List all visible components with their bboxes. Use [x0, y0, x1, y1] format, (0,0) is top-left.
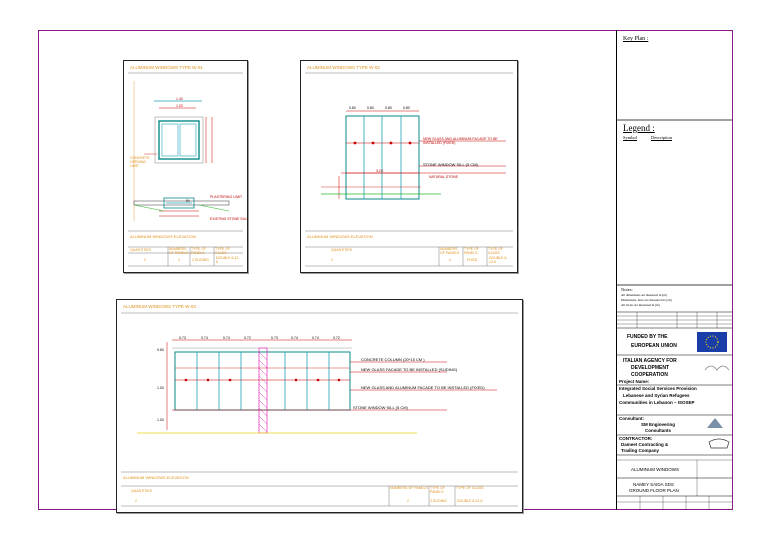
consultant-label: Consultant: [619, 416, 644, 421]
table-header-glass: TYPE OF GLASS [215, 247, 230, 255]
dim-6: 0.74 [291, 336, 298, 340]
table-cell-type-panels: 2 SLIDING [192, 258, 209, 262]
table-header-glass: TYPE OF GLASS [488, 247, 503, 255]
w03-drawing [121, 312, 518, 507]
table-cell-panels: 2 [407, 499, 409, 503]
panel-window-w01: ALUMINUM WINDOWS TYPE W-01 1.40 1.20 CON… [123, 60, 248, 273]
project-line-2: Lebanese and Syrian Refugees [623, 393, 690, 398]
note-3: All levels are measured in (m) [621, 303, 660, 307]
label-stone-sill: EXISTING STONE SILL [210, 217, 248, 221]
dim-4: 0.80 [403, 106, 410, 110]
location-line-1: NAMEY SAIDA SDS [633, 482, 674, 487]
table-cell-type-panels: 2 SLIDING [430, 499, 447, 503]
consultant-line-1: SM Engineering [641, 422, 676, 427]
agency-line-1: ITALIAN AGENCY FOR [623, 358, 677, 364]
table-header-glass: TYPE OF GLASS [456, 486, 484, 490]
label-sliding-facade: NEW GLASS FACADE TO BE INSTALLED (SLIDIN… [361, 367, 458, 372]
table-cell-panels: 4 [449, 258, 451, 262]
table-cell-type-panels: FIXED [467, 258, 478, 262]
elevation-title: ALUMINUM WINDOWS ELEVATION [130, 234, 196, 239]
table-header-panels: NUMBERS OF PANELS [390, 486, 428, 490]
label-concrete-column: CONCRETE COLUMN (20*15 CM ) [361, 357, 425, 362]
table-header-type-panels: TYPE OF PANELS [430, 486, 445, 494]
label-plastering: PLASTERING LIMIT [210, 195, 243, 199]
label-in: IN [186, 199, 190, 203]
table-header-panels: NUMBERS OF PANELS [440, 247, 460, 255]
table-cell-quantity: 2 [135, 499, 137, 503]
agency-line-2: DEVELOPMENT [631, 365, 670, 371]
drawing-title: ALUMINUM WINDOWS [631, 467, 679, 472]
table-header-type-panels: TYPE OF PANELS [191, 247, 206, 255]
w02-drawing [305, 72, 513, 267]
dim-3: 0.74 [223, 336, 230, 340]
note-2: Dimensions, have are measured in (cm) [621, 298, 672, 302]
dim-overall: 1.40 [176, 97, 183, 101]
legend-symbol: Symbol [623, 135, 638, 140]
funded-line-1: FUNDED BY THE [627, 334, 668, 340]
label-fixed-facade: NEW GLASS AND ALUMINUM FACADE TO BE INST… [361, 385, 485, 390]
table-header-type-panels: TYPE OF PANELS [464, 247, 479, 255]
dim-total: 3.20 [376, 169, 383, 173]
dim-8: 0.72 [333, 336, 340, 340]
height-3: 1.00 [157, 418, 164, 422]
project-line-3: Communities in Lebanon – ISOSEP [619, 400, 695, 405]
label-stone-sill: STONE WINDOW SILL (5 CM) [423, 162, 478, 167]
table-cell-glass: DOUBLE 6-12-6 [489, 256, 508, 264]
contractor-line-2: Trading Company [621, 448, 660, 453]
dim-3: 0.80 [385, 106, 392, 110]
table-cell-quantity: 2 [144, 258, 146, 262]
project-line-1: Integrated Social Services Provision [619, 386, 697, 391]
elevation-title: ALUMINUM WINDOWS ELEVATION [307, 234, 373, 239]
table-header-quantities: QUANTITIES [331, 248, 353, 252]
table-cell-quantity: 2 [331, 258, 333, 262]
dim-2: 0.80 [367, 106, 374, 110]
label-stone-sill: STONE WINDOW SILL (5 CM) [353, 405, 408, 410]
label-concrete-opening: CONCRETE OPENING LIMIT [130, 156, 150, 168]
table-header-panels: NUMBERS OF PANELS [169, 247, 189, 255]
label-glass-facade: NEW GLASS AND ALUMINUM FACADE TO BE INST… [423, 137, 498, 145]
table-header-quantities: QUANTITIES [130, 248, 152, 252]
dim-4: 0.72 [244, 336, 251, 340]
dim-inner: 1.20 [176, 104, 183, 108]
elevation-title: ALUMINUM WINDOWS ELEVATION [123, 475, 189, 480]
table-header-quantities: QUANTITIES [131, 489, 153, 493]
funded-line-2: EUROPEAN UNION [631, 343, 677, 349]
note-1: All dimensions are measured in (m) [621, 293, 667, 297]
dim-1: 0.73 [179, 336, 186, 340]
legend-label: Legend : [623, 123, 655, 133]
height-1: 0.60 [157, 348, 164, 352]
panel-window-w02: ALUMINUM WINDOWS TYPE W-02 0.80 0.80 0.8… [300, 60, 518, 273]
dim-1: 0.80 [349, 106, 356, 110]
consultant-line-2: Consultants [645, 428, 672, 433]
label-natural-stone: NATURAL STONE [429, 175, 458, 179]
contractor-line-1: Dameet Contracting & [621, 442, 669, 447]
dim-7: 0.74 [312, 336, 319, 340]
contractor-label: CONTRACTOR: [619, 436, 653, 441]
table-cell-glass: DOUBLE 6-12-6 [216, 256, 240, 264]
title-block: Key Plan : Legend : Symbol Description N… [616, 30, 732, 510]
legend-description: Description [651, 135, 672, 140]
notes-heading: Notes: [621, 287, 633, 292]
table-cell-panels: 2 [178, 258, 180, 262]
table-cell-glass: DOUBLE 6-12-6 [457, 499, 483, 503]
height-2: 1.00 [157, 386, 164, 390]
agency-line-3: COOPERATION [631, 372, 668, 378]
key-plan-label: Key Plan : [623, 36, 649, 42]
dim-2: 0.74 [201, 336, 208, 340]
project-name-label: Project Name: [619, 379, 650, 384]
panel-window-w03: ALUMINUM WINDOWS TYPE W-03 0.73 0.74 0.7… [116, 299, 523, 513]
dim-5: 0.73 [271, 336, 278, 340]
location-line-2: GROUND FLOOR PLAN [629, 488, 679, 493]
